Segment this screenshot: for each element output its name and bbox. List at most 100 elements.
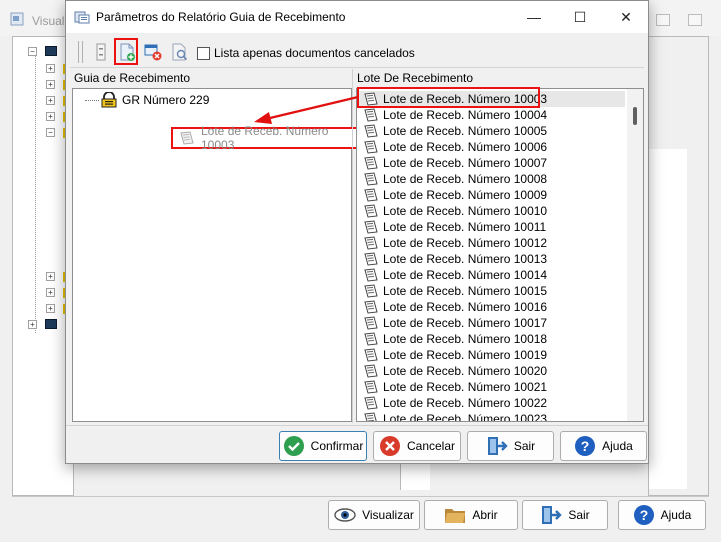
lote-list-item[interactable]: Lote de Receb. Número 10015	[359, 283, 625, 299]
lote-list-item-label: Lote de Receb. Número 10012	[383, 236, 548, 250]
remove-document-icon[interactable]	[142, 41, 164, 63]
parametros-dialog: Parâmetros do Relatório Guia de Recebime…	[65, 0, 649, 464]
document-icon	[363, 140, 379, 154]
parent-minimize-button[interactable]	[652, 10, 674, 28]
expand-icon[interactable]: +	[28, 320, 37, 329]
lote-list-item-label: Lote de Receb. Número 10009	[383, 188, 548, 202]
cancel-icon	[379, 435, 401, 457]
parent-ajuda-button[interactable]: ? Ajuda	[618, 500, 706, 530]
check-icon	[283, 435, 305, 457]
dialog-titlebar: Parâmetros do Relatório Guia de Recebime…	[66, 1, 648, 33]
document-icon	[363, 300, 379, 314]
lote-list-item-label: Lote de Receb. Número 10006	[383, 140, 548, 154]
guia-tree[interactable]: GR Número 229 Lote de Receb. Número 1000…	[72, 88, 358, 422]
lote-pane-header: Lote De Recebimento	[357, 71, 474, 85]
toolbar-grip[interactable]	[78, 41, 83, 63]
expand-icon[interactable]: +	[46, 80, 55, 89]
lote-list-item-label: Lote de Receb. Número 10022	[383, 396, 548, 410]
document-icon	[363, 284, 379, 298]
vertical-scrollbar[interactable]	[627, 89, 643, 421]
lote-list-item[interactable]: Lote de Receb. Número 10008	[359, 171, 625, 187]
divider	[66, 425, 648, 426]
exit-icon	[540, 504, 563, 526]
abrir-button[interactable]: Abrir	[424, 500, 518, 530]
lote-list-item[interactable]: Lote de Receb. Número 10004	[359, 107, 625, 123]
svg-text:?: ?	[581, 438, 590, 454]
expand-icon[interactable]: +	[46, 288, 55, 297]
lote-list-item[interactable]: Lote de Receb. Número 10023	[359, 411, 625, 422]
expand-icon[interactable]: −	[28, 47, 37, 56]
pane-splitter[interactable]	[352, 69, 353, 423]
parent-maximize-button[interactable]	[684, 10, 706, 28]
lote-list-item[interactable]: Lote de Receb. Número 10018	[359, 331, 625, 347]
expand-icon[interactable]: +	[46, 272, 55, 281]
add-document-highlight	[114, 38, 138, 65]
parent-ajuda-label: Ajuda	[660, 508, 692, 522]
lote-list-item-label: Lote de Receb. Número 10020	[383, 364, 548, 378]
find-document-icon[interactable]	[168, 41, 190, 63]
lote-list-item[interactable]: Lote de Receb. Número 10005	[359, 123, 625, 139]
divider	[12, 496, 709, 497]
lote-list-item[interactable]: Lote de Receb. Número 10017	[359, 315, 625, 331]
document-icon	[363, 396, 379, 410]
lock-folder-icon	[101, 91, 117, 108]
lote-list-item[interactable]: Lote de Receb. Número 10010	[359, 203, 625, 219]
document-icon	[363, 156, 379, 170]
lote-list-item-label: Lote de Receb. Número 10015	[383, 284, 548, 298]
expand-icon[interactable]: +	[46, 112, 55, 121]
drag-ghost-label: Lote de Receb. Número 10003	[201, 124, 329, 152]
sair-button[interactable]: Sair	[467, 431, 554, 461]
minimize-button[interactable]: —	[520, 7, 548, 27]
lote-list-item-label: Lote de Receb. Número 10010	[383, 204, 548, 218]
drag-ghost-item: Lote de Receb. Número 10003	[171, 124, 358, 152]
cancelled-only-label: Lista apenas documentos cancelados	[214, 46, 415, 60]
collapse-icon[interactable]: −	[46, 128, 55, 137]
document-icon	[363, 108, 379, 122]
lote-list-item[interactable]: Lote de Receb. Número 10012	[359, 235, 625, 251]
toolbar: Lista apenas documentos cancelados	[70, 37, 644, 68]
lote-list-item[interactable]: Lote de Receb. Número 10014	[359, 267, 625, 283]
ajuda-button[interactable]: ? Ajuda	[560, 431, 647, 461]
lote-list[interactable]: Lote de Receb. Número 10003 Lote de Receb…	[356, 88, 644, 422]
visualizar-label: Visualizar	[362, 508, 414, 522]
app-icon	[74, 11, 90, 24]
lote-list-item-label: Lote de Receb. Número 10023	[383, 412, 548, 422]
lote-list-item[interactable]: Lote de Receb. Número 10019	[359, 347, 625, 363]
dialog-title: Parâmetros do Relatório Guia de Recebime…	[96, 10, 346, 24]
document-icon	[363, 348, 379, 362]
lote-list-item-label: Lote de Receb. Número 10008	[383, 172, 548, 186]
expand-icon[interactable]: +	[46, 304, 55, 313]
lote-list-item[interactable]: Lote de Receb. Número 10013	[359, 251, 625, 267]
lote-list-item[interactable]: Lote de Receb. Número 10006	[359, 139, 625, 155]
maximize-button[interactable]: ☐	[566, 7, 594, 27]
expand-icon[interactable]: +	[46, 64, 55, 73]
lote-list-item[interactable]: Lote de Receb. Número 10016	[359, 299, 625, 315]
lote-list-item-label: Lote de Receb. Número 10005	[383, 124, 548, 138]
ajuda-label: Ajuda	[602, 439, 633, 453]
lote-list-item[interactable]: Lote de Receb. Número 10022	[359, 395, 625, 411]
expand-icon[interactable]: +	[46, 96, 55, 105]
lote-list-item[interactable]: Lote de Receb. Número 10009	[359, 187, 625, 203]
collapse-all-icon[interactable]	[90, 41, 112, 63]
document-icon	[363, 268, 379, 282]
parent-sair-button[interactable]: Sair	[522, 500, 608, 530]
document-icon	[363, 412, 379, 421]
gr-tree-item[interactable]: GR Número 229	[101, 91, 209, 108]
lote-list-item-label: Lote de Receb. Número 10004	[383, 108, 548, 122]
cancelar-button[interactable]: Cancelar	[373, 431, 461, 461]
computer-icon	[45, 46, 57, 56]
lote-list-item[interactable]: Lote de Receb. Número 10011	[359, 219, 625, 235]
lote-list-item-label: Lote de Receb. Número 10019	[383, 348, 548, 362]
cancelled-only-checkbox[interactable]	[197, 47, 210, 60]
lote-list-item-label: Lote de Receb. Número 10011	[383, 220, 547, 234]
confirmar-button[interactable]: Confirmar	[279, 431, 367, 461]
lote-list-item[interactable]: Lote de Receb. Número 10020	[359, 363, 625, 379]
document-icon	[363, 172, 379, 186]
document-icon	[363, 124, 379, 138]
close-button[interactable]: ✕	[612, 7, 640, 27]
visualizar-button[interactable]: Visualizar	[328, 500, 420, 530]
scrollbar-thumb[interactable]	[633, 107, 637, 125]
lote-list-item[interactable]: Lote de Receb. Número 10007	[359, 155, 625, 171]
eye-icon	[334, 504, 356, 526]
lote-list-item[interactable]: Lote de Receb. Número 10021	[359, 379, 625, 395]
